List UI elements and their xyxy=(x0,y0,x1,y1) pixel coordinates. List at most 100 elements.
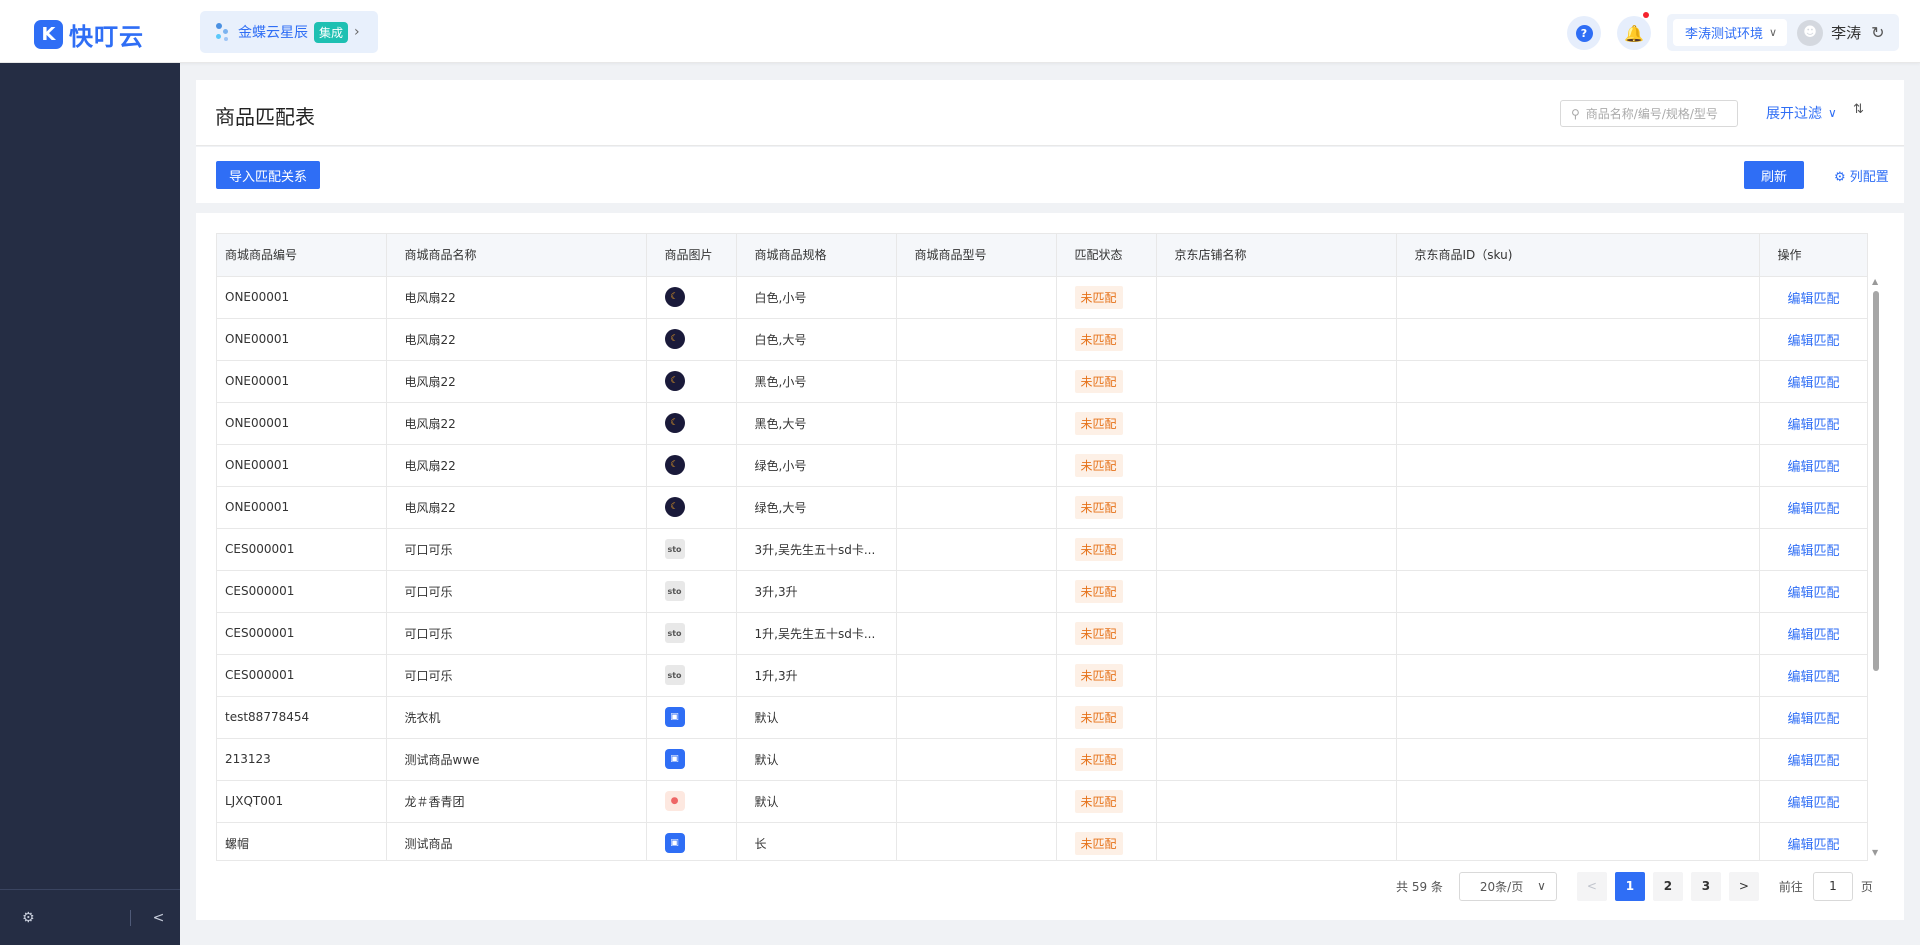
cell-image: ☾ xyxy=(646,318,737,361)
gear-icon: ⚙ xyxy=(1834,170,1846,185)
product-image-icon[interactable]: ▣ xyxy=(664,707,685,727)
column-header: 京东商品ID（sku) xyxy=(1396,234,1760,277)
cell-model xyxy=(896,696,1057,739)
cell-code: CES000001 xyxy=(217,654,387,697)
status-badge: 未匹配 xyxy=(1074,831,1123,855)
refresh-button[interactable]: 刷新 xyxy=(1744,161,1804,189)
gear-icon[interactable]: ⚙ xyxy=(22,910,35,926)
import-match-button[interactable]: 导入匹配关系 xyxy=(216,161,320,189)
cell-name: 测试商品 xyxy=(386,822,647,860)
page-button-2[interactable]: 2 xyxy=(1652,871,1683,901)
column-config-button[interactable]: ⚙ 列配置 xyxy=(1834,166,1889,185)
column-header: 匹配状态 xyxy=(1056,234,1157,277)
search-input[interactable] xyxy=(1585,106,1726,121)
logo[interactable]: K 快叮云 xyxy=(34,17,144,52)
scroll-up-icon[interactable]: ▲ xyxy=(1872,277,1878,286)
cell-status: 未匹配 xyxy=(1056,570,1157,613)
edit-match-link[interactable]: 编辑匹配 xyxy=(1768,708,1840,727)
cell-op: 编辑匹配 xyxy=(1759,822,1867,860)
cell-model xyxy=(896,444,1057,487)
cell-status: 未匹配 xyxy=(1056,822,1157,860)
edit-match-link[interactable]: 编辑匹配 xyxy=(1768,834,1840,853)
edit-match-link[interactable]: 编辑匹配 xyxy=(1768,414,1840,433)
cell-image: ▣ xyxy=(646,696,737,739)
chevron-down-icon: ∨ xyxy=(1769,26,1778,39)
edit-match-link[interactable]: 编辑匹配 xyxy=(1768,498,1840,517)
goto-page-input[interactable]: 1 xyxy=(1812,871,1853,901)
edit-match-link[interactable]: 编辑匹配 xyxy=(1768,582,1840,601)
cell-status: 未匹配 xyxy=(1056,444,1157,487)
product-image-icon[interactable]: sto xyxy=(664,623,685,643)
edit-match-link[interactable]: 编辑匹配 xyxy=(1768,624,1840,643)
cell-image: ☾ xyxy=(646,276,737,319)
product-image-icon[interactable]: sto xyxy=(664,665,685,685)
page-size-select[interactable]: 20条/页 ∨ xyxy=(1458,871,1557,901)
edit-match-link[interactable]: 编辑匹配 xyxy=(1768,540,1840,559)
table-row: ONE00001 电风扇22 ☾ 白色,小号 未匹配 编辑匹配 xyxy=(217,276,1867,319)
product-image-icon[interactable]: ▣ xyxy=(664,749,685,769)
sidebar: ⚙ < xyxy=(0,63,180,945)
table-scrollbar[interactable]: ▲ ▼ xyxy=(1872,277,1880,857)
edit-match-link[interactable]: 编辑匹配 xyxy=(1768,330,1840,349)
status-badge: 未匹配 xyxy=(1074,537,1123,561)
cell-status: 未匹配 xyxy=(1056,486,1157,529)
cell-image: sto xyxy=(646,528,737,571)
table-row: 213123 测试商品wwe ▣ 默认 未匹配 编辑匹配 xyxy=(217,738,1867,781)
product-image-icon[interactable]: ☾ xyxy=(664,413,685,433)
collapse-icon[interactable]: < xyxy=(153,910,165,926)
product-image-icon[interactable]: ▣ xyxy=(664,833,685,853)
cell-op: 编辑匹配 xyxy=(1759,360,1867,403)
page-button-3[interactable]: 3 xyxy=(1690,871,1721,901)
cell-name: 电风扇22 xyxy=(386,486,647,529)
cell-shop xyxy=(1156,822,1397,860)
cell-model xyxy=(896,570,1057,613)
column-config-label: 列配置 xyxy=(1849,170,1889,185)
product-image-icon[interactable]: sto xyxy=(664,581,685,601)
status-badge: 未匹配 xyxy=(1074,495,1123,519)
help-button[interactable]: ? xyxy=(1567,16,1601,50)
edit-match-link[interactable]: 编辑匹配 xyxy=(1768,288,1840,307)
cell-sku xyxy=(1396,612,1760,655)
page-button-1[interactable]: 1 xyxy=(1614,871,1645,901)
table-row: ONE00001 电风扇22 ☾ 黑色,大号 未匹配 编辑匹配 xyxy=(217,402,1867,445)
env-select[interactable]: 李涛测试环境 ∨ xyxy=(1673,19,1788,46)
cell-image: ☾ xyxy=(646,360,737,403)
status-badge: 未匹配 xyxy=(1074,285,1123,309)
product-image-icon[interactable]: ● xyxy=(664,791,685,811)
cell-status: 未匹配 xyxy=(1056,654,1157,697)
scroll-thumb[interactable] xyxy=(1873,291,1879,671)
app-switcher[interactable]: 金蝶云星辰 集成 › xyxy=(200,11,378,53)
sort-icon[interactable]: ⇅ xyxy=(1853,102,1864,117)
notification-button[interactable]: 🔔 xyxy=(1617,12,1651,50)
scroll-down-icon[interactable]: ▼ xyxy=(1872,848,1878,857)
cell-status: 未匹配 xyxy=(1056,738,1157,781)
app-dots-icon xyxy=(214,21,232,43)
expand-filter-button[interactable]: 展开过滤 ∨ xyxy=(1766,103,1837,123)
table-row: ONE00001 电风扇22 ☾ 绿色,大号 未匹配 编辑匹配 xyxy=(217,486,1867,529)
next-page-button[interactable]: > xyxy=(1728,871,1759,901)
cell-name: 电风扇22 xyxy=(386,402,647,445)
username: 李涛 xyxy=(1831,24,1862,42)
edit-match-link[interactable]: 编辑匹配 xyxy=(1768,372,1840,391)
product-image-icon[interactable]: ☾ xyxy=(664,329,685,349)
product-image-icon[interactable]: ☾ xyxy=(664,371,685,391)
cell-code: ONE00001 xyxy=(217,444,387,487)
product-image-icon[interactable]: ☾ xyxy=(664,287,685,307)
edit-match-link[interactable]: 编辑匹配 xyxy=(1768,750,1840,769)
product-image-icon[interactable]: sto xyxy=(664,539,685,559)
product-image-icon[interactable]: ☾ xyxy=(664,497,685,517)
search-box[interactable]: ⚲ xyxy=(1560,100,1738,127)
cell-image: ☾ xyxy=(646,486,737,529)
refresh-icon[interactable]: ↻ xyxy=(1871,23,1884,42)
column-header: 操作 xyxy=(1759,234,1867,277)
edit-match-link[interactable]: 编辑匹配 xyxy=(1768,456,1840,475)
status-badge: 未匹配 xyxy=(1074,747,1123,771)
avatar[interactable]: ☻ xyxy=(1797,19,1824,46)
prev-page-button[interactable]: < xyxy=(1576,871,1607,901)
product-image-icon[interactable]: ☾ xyxy=(664,455,685,475)
cell-op: 编辑匹配 xyxy=(1759,528,1867,571)
edit-match-link[interactable]: 编辑匹配 xyxy=(1768,666,1840,685)
cell-spec: 黑色,小号 xyxy=(736,360,897,403)
cell-op: 编辑匹配 xyxy=(1759,654,1867,697)
edit-match-link[interactable]: 编辑匹配 xyxy=(1768,792,1840,811)
